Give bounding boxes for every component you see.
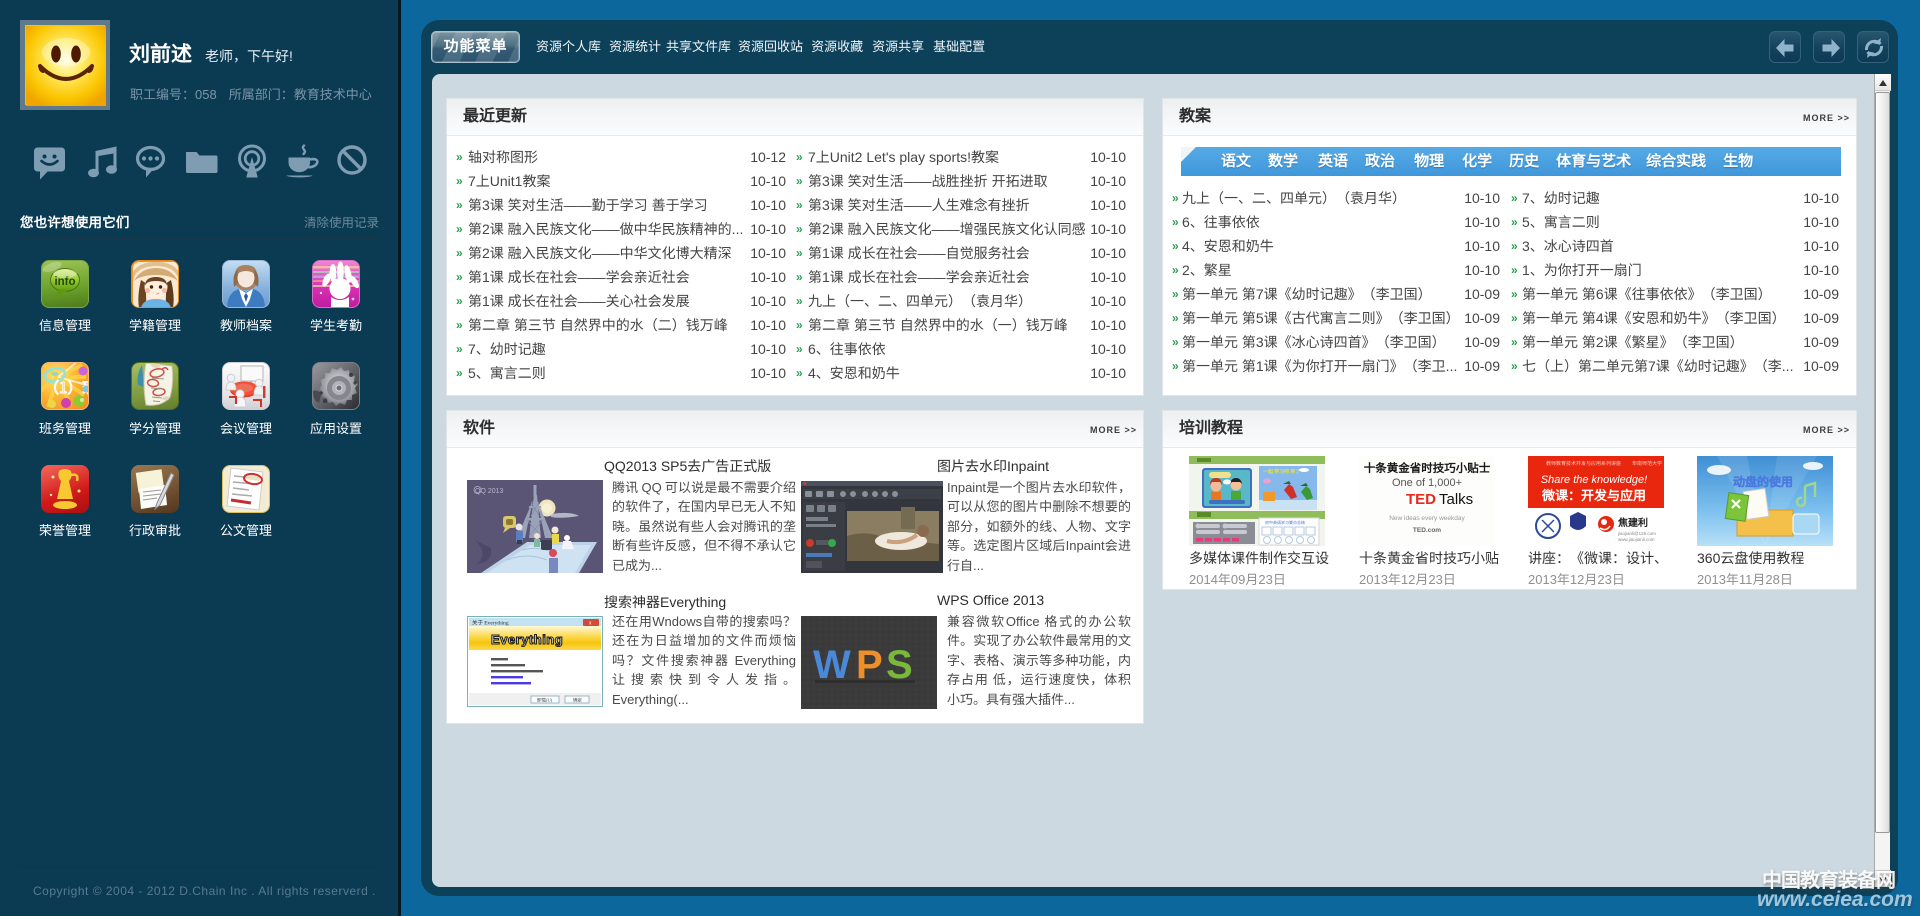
svg-text:Talks: Talks: [1439, 491, 1473, 508]
svg-text:一起 学习吧 来了: 一起 学习吧 来了: [1263, 468, 1300, 475]
svg-text:确定: 确定: [573, 698, 582, 704]
svg-text:TED: TED: [1406, 491, 1436, 508]
svg-text:（1）班: （1）班: [44, 377, 88, 398]
svg-text:焦建利: 焦建利: [1617, 514, 1648, 529]
svg-text:www.jiaojianli.com: www.jiaojianli.com: [1618, 537, 1655, 542]
svg-text:微课：开发与应用: 微课：开发与应用: [1541, 485, 1646, 504]
svg-text:One of 1,000+: One of 1,000+: [1392, 477, 1462, 489]
svg-text:关于 Everything: 关于 Everything: [472, 619, 509, 627]
svg-text:TED.com: TED.com: [1413, 527, 1441, 534]
svg-text:QQ 2013: QQ 2013: [475, 488, 504, 495]
svg-text:Everything: Everything: [491, 632, 563, 647]
svg-text:华南师范大学: 华南师范大学: [1632, 460, 1662, 467]
svg-text:初中英语学习要点总结: 初中英语学习要点总结: [1265, 520, 1305, 526]
svg-text:十条黄金省时技巧小贴士: 十条黄金省时技巧小贴士: [1364, 460, 1491, 476]
svg-text:动盘的使用: 动盘的使用: [1733, 473, 1793, 490]
svg-text:教师数育技术开发与应用系列讲座: 教师数育技术开发与应用系列讲座: [1546, 460, 1621, 467]
svg-text:New ideas every weekday: New ideas every weekday: [1389, 515, 1465, 522]
svg-text:卸载(U): 卸载(U): [537, 698, 553, 704]
svg-text:jiaojianli@126.com: jiaojianli@126.com: [1617, 531, 1656, 536]
